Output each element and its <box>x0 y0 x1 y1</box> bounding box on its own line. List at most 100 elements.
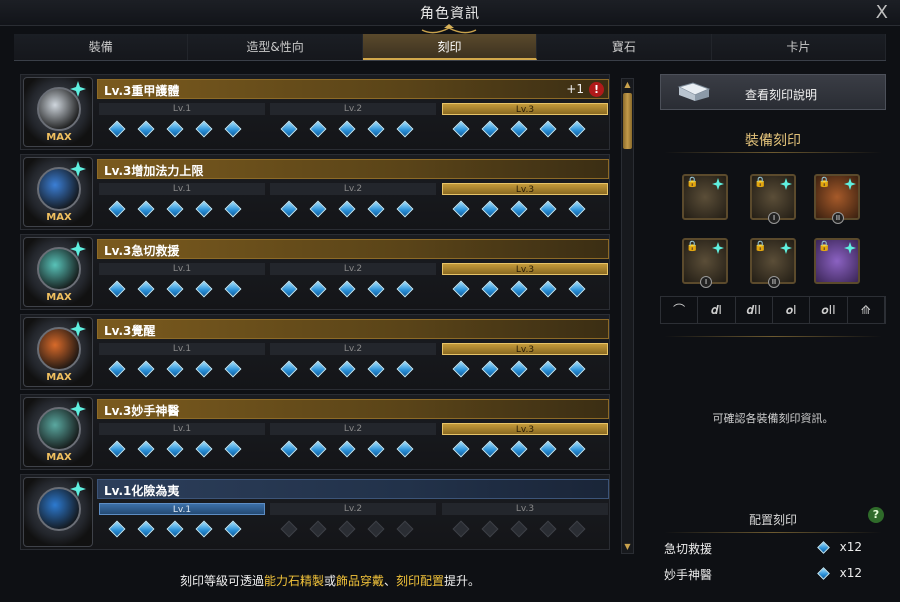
equip-slot[interactable]: 🔒 II <box>814 174 860 224</box>
window-title: 角色資訊 <box>420 5 480 22</box>
node-diamond-icon <box>539 120 557 138</box>
alert-icon[interactable]: ! <box>589 82 604 97</box>
node-diamond-icon <box>137 440 155 458</box>
equip-slot[interactable]: 🔒 II <box>750 238 796 288</box>
engraving-list: MAX Lv.3重甲護體 +1! Lv.1 Lv.2 Lv.3 MAX Lv.3增加法力上限 L… <box>20 74 612 554</box>
category-filter-button[interactable]: 𝒐I <box>773 297 811 323</box>
engraving-header: Lv.3妙手神醫 <box>97 399 609 419</box>
view-engraving-info-button[interactable]: 查看刻印說明 <box>660 74 886 110</box>
node-diamond-icon <box>367 360 385 378</box>
footer-note: 刻印等級可透過能力石精製或飾品穿戴、刻印配置提升。 <box>0 572 660 589</box>
node-diamond-icon <box>338 120 356 138</box>
node-diamond-icon <box>481 280 499 298</box>
equip-slot[interactable]: 🔒 I <box>750 174 796 224</box>
placement-name: 妙手神醫 <box>664 568 713 582</box>
engraving-row[interactable]: MAX Lv.3重甲護體 +1! Lv.1 Lv.2 Lv.3 <box>20 74 610 150</box>
node-diamond-icon <box>108 440 126 458</box>
scroll-down-icon[interactable]: ▼ <box>622 541 633 553</box>
node-diamond-icon <box>309 120 327 138</box>
engraving-row[interactable]: MAX Lv.3妙手神醫 Lv.1 Lv.2 Lv.3 <box>20 394 610 470</box>
tab-appearance[interactable]: 造型&性向 <box>188 34 363 60</box>
node-diamond-icon <box>195 200 213 218</box>
tier-badge: I <box>768 212 780 224</box>
divider <box>664 532 882 533</box>
node-diamond-icon <box>108 120 126 138</box>
node-diamond-icon <box>367 280 385 298</box>
category-filter-button[interactable]: 𝒅II <box>736 297 773 323</box>
engraving-row[interactable]: MAX Lv.3增加法力上限 Lv.1 Lv.2 Lv.3 <box>20 154 610 230</box>
node-diamond-icon <box>224 120 242 138</box>
node-diamond-icon <box>481 360 499 378</box>
category-filter-button[interactable]: ⌒ <box>661 297 699 323</box>
level-nodes <box>280 120 428 138</box>
engraving-row[interactable]: MAX Lv.3覺醒 Lv.1 Lv.2 Lv.3 <box>20 314 610 390</box>
scroll-up-icon[interactable]: ▲ <box>622 79 633 91</box>
max-badge: MAX <box>46 132 72 143</box>
category-filter: ⌒ 𝒅I 𝒅II 𝒐I 𝒐II ⟰ <box>660 296 886 324</box>
tab-gems[interactable]: 寶石 <box>537 34 712 60</box>
level-nodes <box>280 280 428 298</box>
level-segment: Lv.1 <box>99 263 265 275</box>
node-diamond-icon <box>481 200 499 218</box>
node-diamond-icon <box>396 280 414 298</box>
sparkle-icon <box>712 178 724 190</box>
equip-slot[interactable]: 🔒 <box>682 174 728 220</box>
placement-name: 急切救援 <box>664 542 713 556</box>
scroll-thumb[interactable] <box>623 93 632 149</box>
tab-equipment[interactable]: 裝備 <box>14 34 189 60</box>
engraving-row[interactable]: Lv.1化險為夷 Lv.1 Lv.2 Lv.3 <box>20 474 610 550</box>
level-nodes <box>108 360 256 378</box>
equip-slot[interactable]: 🔒 I <box>682 238 728 288</box>
category-filter-button[interactable]: 𝒐II <box>810 297 848 323</box>
node-diamond-icon <box>452 200 470 218</box>
node-diamond-icon <box>338 440 356 458</box>
node-diamond-icon <box>452 280 470 298</box>
node-diamond-icon <box>338 200 356 218</box>
divider <box>664 336 882 337</box>
placement-row: 急切救援 x12 <box>664 540 884 556</box>
engraving-row[interactable]: MAX Lv.3急切救援 Lv.1 Lv.2 Lv.3 <box>20 234 610 310</box>
node-diamond-icon <box>224 440 242 458</box>
close-button[interactable]: X <box>876 2 888 23</box>
scrollbar[interactable]: ▲ ▼ <box>621 78 634 554</box>
node-diamond-icon <box>367 440 385 458</box>
engraving-name: Lv.3妙手神醫 <box>104 404 180 418</box>
category-filter-button[interactable]: ⟰ <box>848 297 885 323</box>
node-diamond-icon <box>510 120 528 138</box>
level-segment: Lv.1 <box>99 343 265 355</box>
sparkle-icon <box>70 481 86 497</box>
level-nodes <box>108 440 256 458</box>
node-diamond-icon <box>568 360 586 378</box>
right-panel: 查看刻印說明 裝備刻印 🔒 🔒 I 🔒 II 🔒 I 🔒 II 🔒 ⌒ 𝒅I 𝒅II 𝒐I 𝒐II ⟰ 可確… <box>660 74 886 600</box>
help-button[interactable]: ? <box>868 507 884 523</box>
level-nodes <box>452 440 600 458</box>
engraving-header: Lv.3重甲護體 +1! <box>97 79 609 99</box>
node-diamond-icon <box>280 360 298 378</box>
level-nodes <box>108 200 256 218</box>
level-nodes <box>108 120 256 138</box>
node-diamond-icon <box>539 520 557 538</box>
node-diamond-icon <box>309 200 327 218</box>
level-nodes <box>280 520 428 538</box>
node-diamond-icon <box>166 360 184 378</box>
node-diamond-icon <box>195 440 213 458</box>
level-segment: Lv.2 <box>270 343 436 355</box>
tab-cards[interactable]: 卡片 <box>711 34 887 60</box>
category-filter-button[interactable]: 𝒅I <box>698 297 736 323</box>
tab-engravings[interactable]: 刻印 <box>362 34 538 60</box>
placement-count: x12 <box>839 540 862 554</box>
engraving-name: Lv.3覺醒 <box>104 324 156 338</box>
node-diamond-icon <box>539 360 557 378</box>
level-nodes <box>452 120 600 138</box>
sparkle-icon <box>70 241 86 257</box>
level-segment: Lv.1 <box>99 503 265 515</box>
engraving-header: Lv.3急切救援 <box>97 239 609 259</box>
node-diamond-icon <box>481 120 499 138</box>
level-nodes <box>280 360 428 378</box>
node-diamond-icon <box>224 360 242 378</box>
node-diamond-icon <box>510 200 528 218</box>
equip-slot[interactable]: 🔒 <box>814 238 860 284</box>
engraving-name: Lv.1化險為夷 <box>104 484 180 498</box>
level-nodes <box>280 200 428 218</box>
node-diamond-icon <box>367 120 385 138</box>
